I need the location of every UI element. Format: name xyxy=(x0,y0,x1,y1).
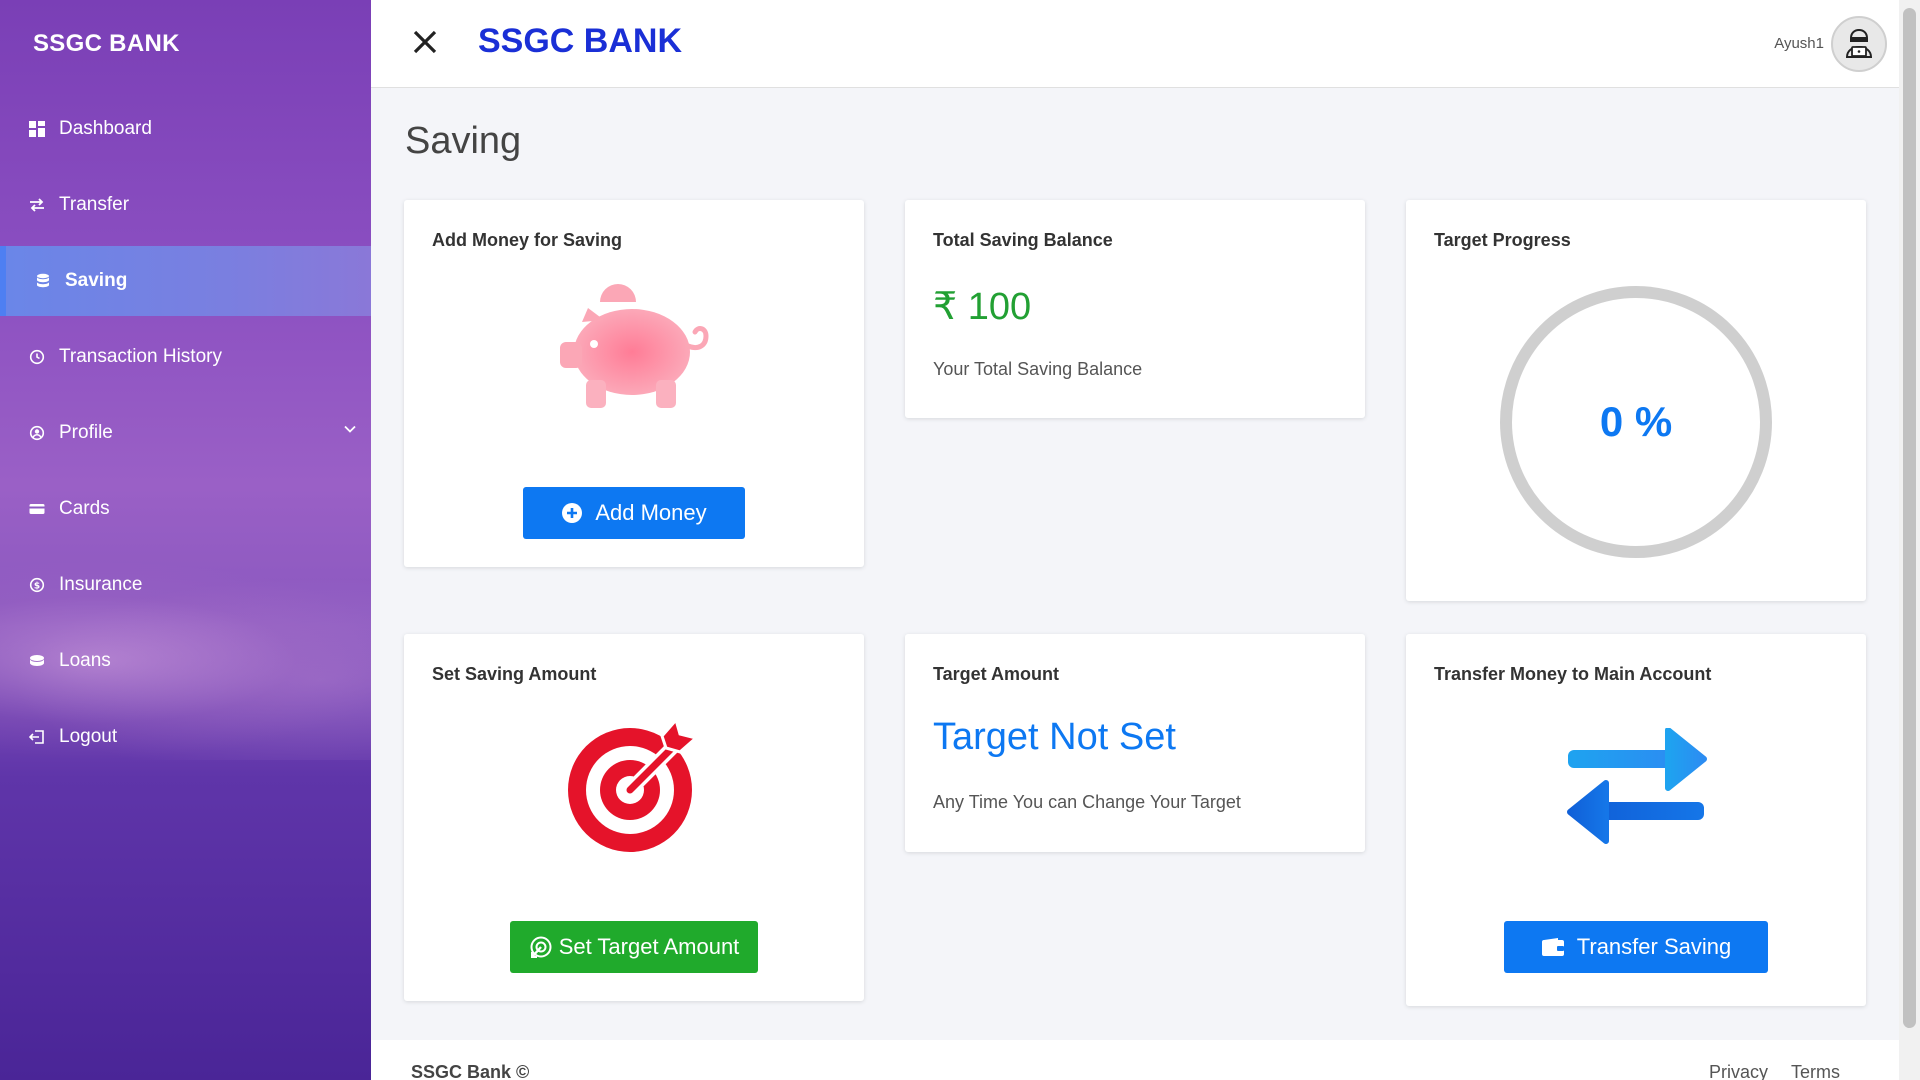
target-arrow-icon xyxy=(529,935,553,959)
sidebar-item-loans[interactable]: Loans xyxy=(0,626,371,696)
piggy-bank-icon xyxy=(552,282,712,427)
add-money-button[interactable]: Add Money xyxy=(523,487,745,539)
sidebar-item-transaction-history[interactable]: Transaction History xyxy=(0,322,371,392)
progress-ring: 0 % xyxy=(1498,284,1774,560)
sidebar-item-cards[interactable]: Cards xyxy=(0,474,371,544)
target-icon xyxy=(564,716,704,861)
target-amount-caption: Any Time You can Change Your Target xyxy=(933,792,1241,812)
header-title: SSGC BANK xyxy=(478,22,683,60)
coins-icon xyxy=(28,652,46,670)
sidebar-item-label: Dashboard xyxy=(59,118,152,139)
card-title: Total Saving Balance xyxy=(933,230,1113,250)
set-saving-card: Set Saving Amount Set Target Amount xyxy=(404,634,864,1001)
footer-privacy-link[interactable]: Privacy xyxy=(1709,1062,1768,1080)
sidebar-item-label: Saving xyxy=(65,270,128,291)
credit-card-icon xyxy=(28,500,46,518)
sidebar: SSGC BANK Dashboard Transfer Saving Tran… xyxy=(0,0,371,1080)
target-amount-value: Target Not Set xyxy=(933,716,1176,758)
button-label: Add Money xyxy=(595,500,707,525)
footer-terms-link[interactable]: Terms xyxy=(1791,1062,1840,1080)
button-label: Transfer Saving xyxy=(1576,934,1732,959)
sidebar-item-logout[interactable]: Logout xyxy=(0,702,371,772)
progress-value: 0 % xyxy=(1599,398,1673,445)
sidebar-item-label: Transaction History xyxy=(59,346,222,367)
chevron-down-icon[interactable] xyxy=(343,420,357,442)
target-amount-card: Target Amount Target Not Set Any Time Yo… xyxy=(905,634,1365,852)
dashboard-icon xyxy=(28,120,46,138)
exchange-icon xyxy=(28,196,46,214)
card-title: Add Money for Saving xyxy=(432,230,623,250)
card-title: Transfer Money to Main Account xyxy=(1434,664,1712,684)
sidebar-item-insurance[interactable]: $ Insurance xyxy=(0,550,371,620)
sidebar-item-label: Logout xyxy=(59,726,118,747)
card-title: Target Progress xyxy=(1434,230,1571,250)
transfer-saving-button[interactable]: Transfer Saving xyxy=(1504,921,1768,973)
username[interactable]: Ayush1 xyxy=(1774,35,1824,52)
set-target-amount-button[interactable]: Set Target Amount xyxy=(510,921,758,973)
transfer-money-card: Transfer Money to Main Account Transfer … xyxy=(1406,634,1866,1006)
sidebar-item-label: Transfer xyxy=(59,194,130,215)
user-circle-icon xyxy=(28,424,46,442)
plus-circle-icon xyxy=(561,502,583,524)
card-title: Target Amount xyxy=(933,664,1059,684)
add-money-card: Add Money for Saving Add Money xyxy=(404,200,864,567)
total-saving-card: Total Saving Balance ₹ 100 Your Total Sa… xyxy=(905,200,1365,418)
svg-text:$: $ xyxy=(34,582,40,592)
target-progress-card: Target Progress 0 % xyxy=(1406,200,1866,601)
sidebar-item-transfer[interactable]: Transfer xyxy=(0,170,371,240)
logout-icon xyxy=(28,728,46,746)
footer: SSGC Bank © Privacy Terms xyxy=(371,1040,1899,1080)
sidebar-item-dashboard[interactable]: Dashboard xyxy=(0,94,371,164)
dollar-circle-icon: $ xyxy=(28,576,46,594)
transfer-arrows-icon xyxy=(1564,727,1710,851)
avatar[interactable] xyxy=(1831,16,1887,72)
sidebar-brand: SSGC BANK xyxy=(33,30,180,57)
history-icon xyxy=(28,348,46,366)
database-icon xyxy=(34,272,52,290)
top-header: SSGC BANK Ayush1 xyxy=(371,0,1899,88)
wallet-icon xyxy=(1541,937,1565,957)
card-title: Set Saving Amount xyxy=(432,664,597,684)
page-title: Saving xyxy=(405,120,522,162)
saving-balance-caption: Your Total Saving Balance xyxy=(933,359,1143,379)
sidebar-item-saving[interactable]: Saving xyxy=(0,246,371,316)
footer-copyright: SSGC Bank © xyxy=(411,1062,530,1080)
sidebar-item-label: Cards xyxy=(59,498,110,519)
sidebar-item-label: Insurance xyxy=(59,574,143,595)
button-label: Set Target Amount xyxy=(558,934,740,959)
sidebar-item-profile[interactable]: Profile xyxy=(0,398,371,468)
scrollbar-thumb[interactable] xyxy=(1903,8,1916,1028)
scrollbar[interactable] xyxy=(1899,0,1920,1080)
saving-balance-value: ₹ 100 xyxy=(933,286,1032,328)
close-icon[interactable] xyxy=(405,22,445,62)
sidebar-item-label: Loans xyxy=(59,650,111,671)
sidebar-item-label: Profile xyxy=(59,422,113,443)
